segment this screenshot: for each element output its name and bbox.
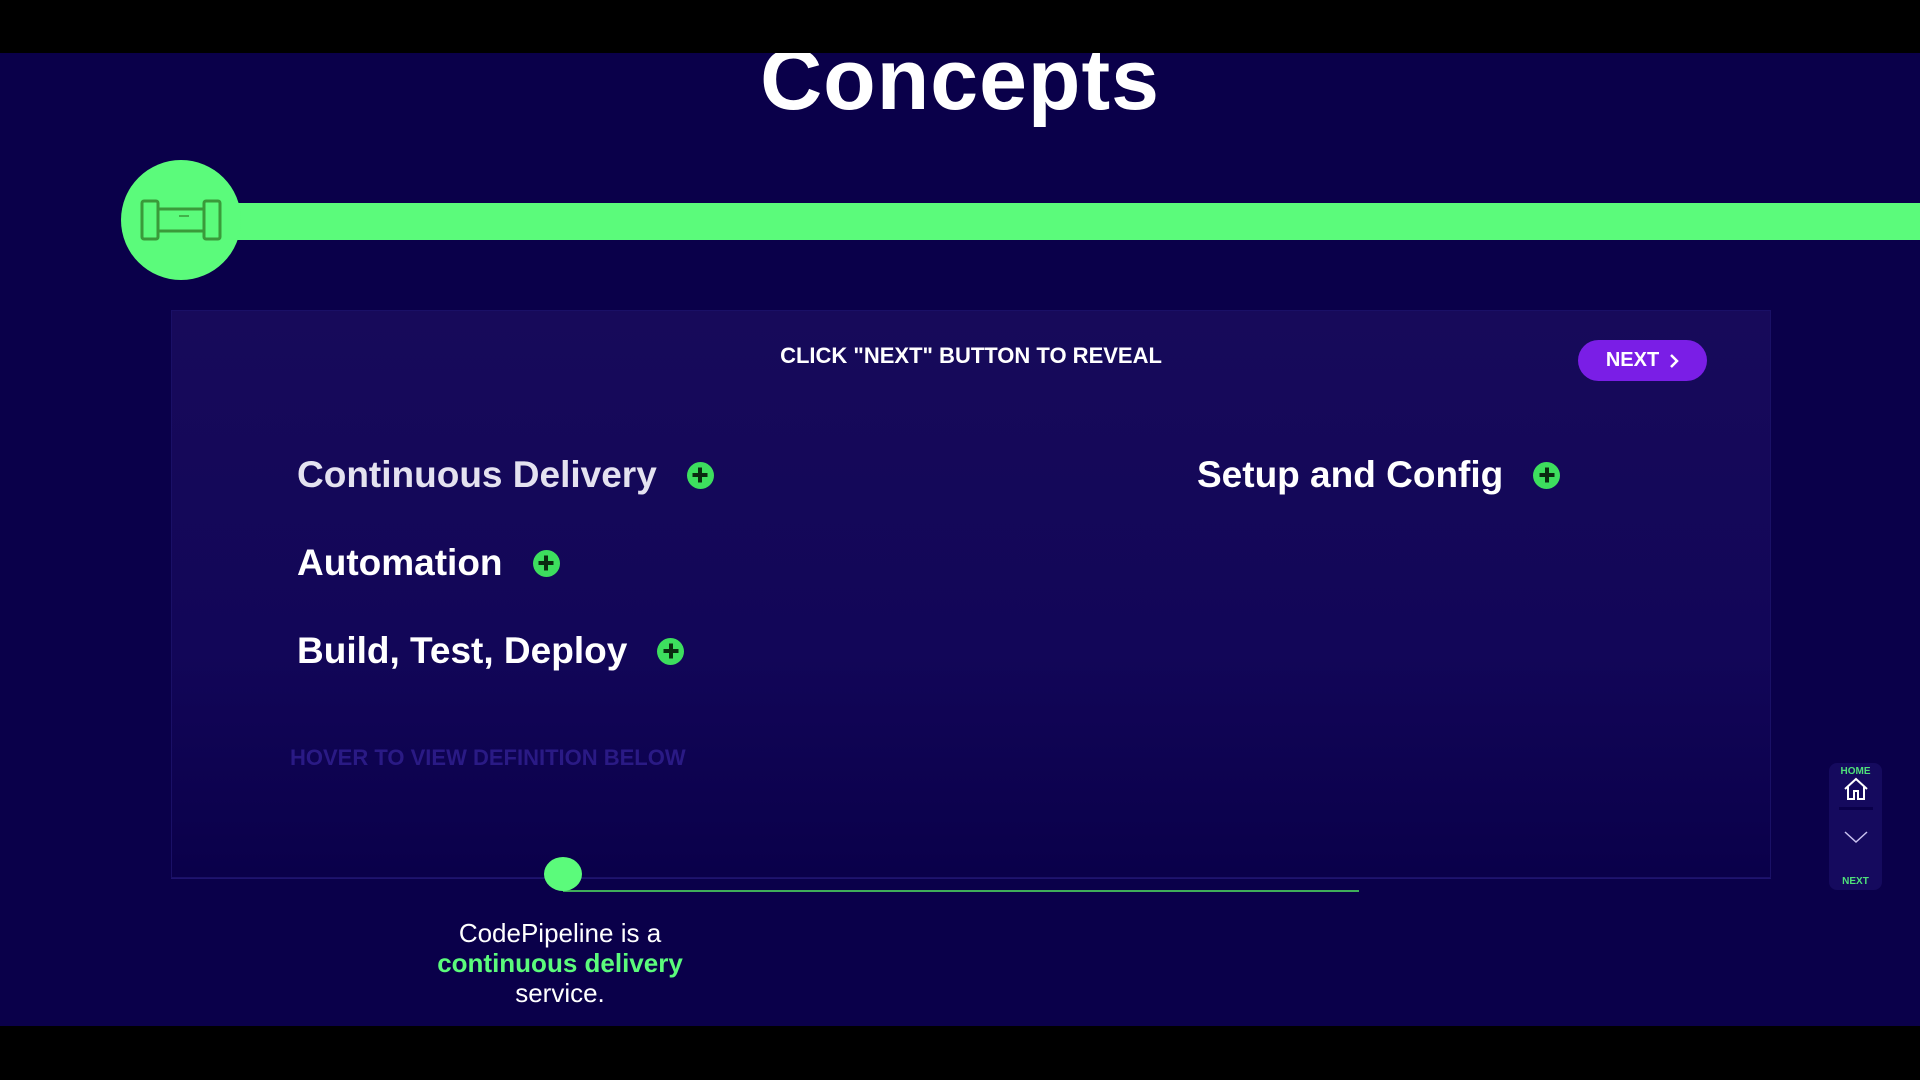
- concept-setup-and-config[interactable]: Setup and Config: [1197, 454, 1561, 496]
- chevron-right-icon: [1670, 353, 1679, 368]
- caption-highlight: continuous delivery: [437, 948, 683, 978]
- reveal-hint: CLICK "NEXT" BUTTON TO REVEAL: [780, 343, 1162, 368]
- page-title: Concepts: [760, 53, 1160, 128]
- pipeline-icon: [140, 199, 222, 241]
- concept-build-test-deploy[interactable]: Build, Test, Deploy: [297, 630, 685, 672]
- pipeline-badge: [121, 160, 241, 280]
- caption-text: CodePipeline is a: [458, 918, 662, 948]
- plus-icon[interactable]: [657, 637, 685, 665]
- concept-label: Setup and Config: [1197, 454, 1504, 495]
- hover-hint: HOVER TO VIEW DEFINITION BELOW: [290, 745, 686, 770]
- concept-label: Automation: [297, 542, 503, 583]
- caption-text: service.: [515, 978, 605, 1008]
- divider: [1838, 807, 1873, 810]
- concept-label: Build, Test, Deploy: [297, 630, 628, 671]
- concept-continuous-delivery[interactable]: Continuous Delivery: [297, 454, 714, 496]
- home-icon[interactable]: [1843, 777, 1869, 801]
- plus-icon[interactable]: [1533, 461, 1561, 489]
- definition-caption: CodePipeline is a continuous delivery se…: [360, 918, 760, 1008]
- slider-track: [171, 878, 1771, 879]
- header-progress-bar: [230, 203, 1920, 240]
- chevron-down-icon[interactable]: [1843, 830, 1869, 844]
- next-button-label: NEXT: [1605, 349, 1660, 371]
- plus-icon[interactable]: [686, 461, 714, 489]
- concept-label: Continuous Delivery: [297, 454, 657, 495]
- next-button[interactable]: NEXT: [1578, 340, 1707, 381]
- concept-automation[interactable]: Automation: [297, 542, 560, 584]
- plus-icon[interactable]: [532, 549, 560, 577]
- slider-handle[interactable]: [544, 857, 582, 891]
- next-label[interactable]: NEXT: [1842, 876, 1869, 887]
- slider-progress: [563, 890, 1359, 892]
- home-label: HOME: [1840, 766, 1871, 777]
- concepts-panel: CLICK "NEXT" BUTTON TO REVEAL NEXT Conti…: [171, 310, 1771, 878]
- slide: Concepts CLICK "NEXT" BUTTON TO REVEAL N…: [0, 53, 1920, 1026]
- side-nav: HOME NEXT: [1829, 763, 1882, 890]
